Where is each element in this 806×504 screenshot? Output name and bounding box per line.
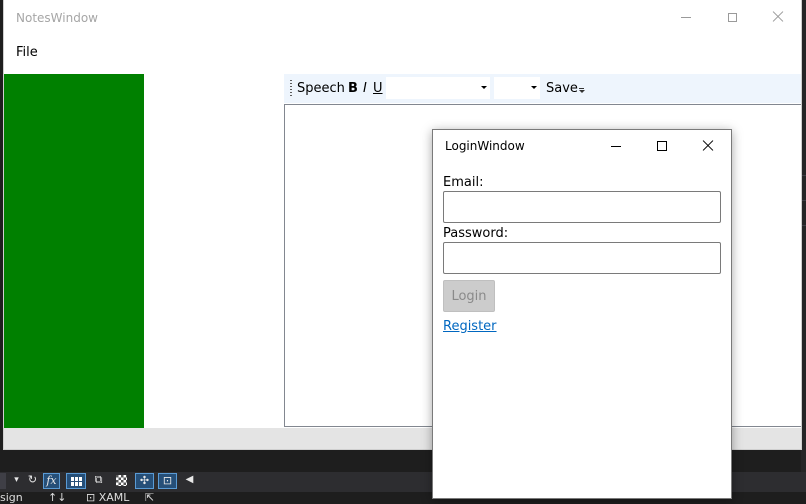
login-window: LoginWindow Email: Password: Login Regis… xyxy=(432,129,732,499)
login-window-title: LoginWindow xyxy=(445,139,525,153)
toolbar-overflow-icon[interactable] xyxy=(579,88,585,93)
login-close-button[interactable] xyxy=(685,130,731,162)
toolbar-grip-icon[interactable] xyxy=(290,80,292,97)
email-field[interactable] xyxy=(443,191,721,223)
fx-icon[interactable]: fx xyxy=(43,473,60,489)
register-link[interactable]: Register xyxy=(443,319,497,334)
refresh-icon[interactable]: ↻ xyxy=(24,473,41,489)
zoom-dropdown[interactable] xyxy=(0,473,6,489)
checkerboard-icon[interactable] xyxy=(113,473,130,489)
chevron-down-icon xyxy=(481,86,487,89)
ide-side-panel xyxy=(801,0,806,504)
notes-maximize-button[interactable] xyxy=(709,0,755,34)
layout-icon[interactable]: ⊡ xyxy=(158,473,177,489)
save-button[interactable]: Save xyxy=(546,81,578,96)
popout-icon[interactable]: ⇱ xyxy=(145,491,154,504)
notes-minimize-button[interactable] xyxy=(663,0,709,34)
menu-file[interactable]: File xyxy=(16,45,38,60)
notes-window-title: NotesWindow xyxy=(16,11,98,25)
formatting-toolbar: Speech B I U Save xyxy=(284,74,801,103)
xaml-tab-label: XAML xyxy=(98,491,130,504)
password-field[interactable] xyxy=(443,242,721,274)
xaml-tab[interactable]: ⊡ XAML xyxy=(86,491,129,504)
chevron-down-icon xyxy=(531,86,537,89)
scroll-left-icon[interactable]: ◀ xyxy=(181,473,198,489)
close-icon xyxy=(702,140,714,152)
font-size-combo[interactable] xyxy=(494,77,540,99)
minimize-icon xyxy=(611,145,621,147)
notes-close-button[interactable] xyxy=(755,0,801,34)
maximize-icon xyxy=(727,12,737,22)
login-button[interactable]: Login xyxy=(443,280,495,312)
swap-panes-icon[interactable]: ↑↓ xyxy=(48,491,66,504)
measure-icon[interactable]: ⧉ xyxy=(90,473,107,489)
green-side-panel xyxy=(4,74,144,428)
password-label: Password: xyxy=(443,226,509,241)
login-minimize-button[interactable] xyxy=(593,130,639,162)
italic-button[interactable]: I xyxy=(363,81,367,96)
design-tab[interactable]: sign xyxy=(0,491,23,504)
login-maximize-button[interactable] xyxy=(639,130,685,162)
bold-button[interactable]: B xyxy=(348,81,358,96)
chevron-down-icon[interactable]: ▾ xyxy=(8,473,25,489)
email-label: Email: xyxy=(443,175,484,190)
close-icon xyxy=(772,11,784,23)
font-family-combo[interactable] xyxy=(386,77,490,99)
snap-icon[interactable]: ✣ xyxy=(135,473,154,489)
minimize-icon xyxy=(681,16,691,18)
maximize-icon xyxy=(657,141,667,151)
speech-button[interactable]: Speech xyxy=(297,81,345,96)
grid-icon[interactable] xyxy=(66,473,86,489)
underline-button[interactable]: U xyxy=(373,81,383,96)
